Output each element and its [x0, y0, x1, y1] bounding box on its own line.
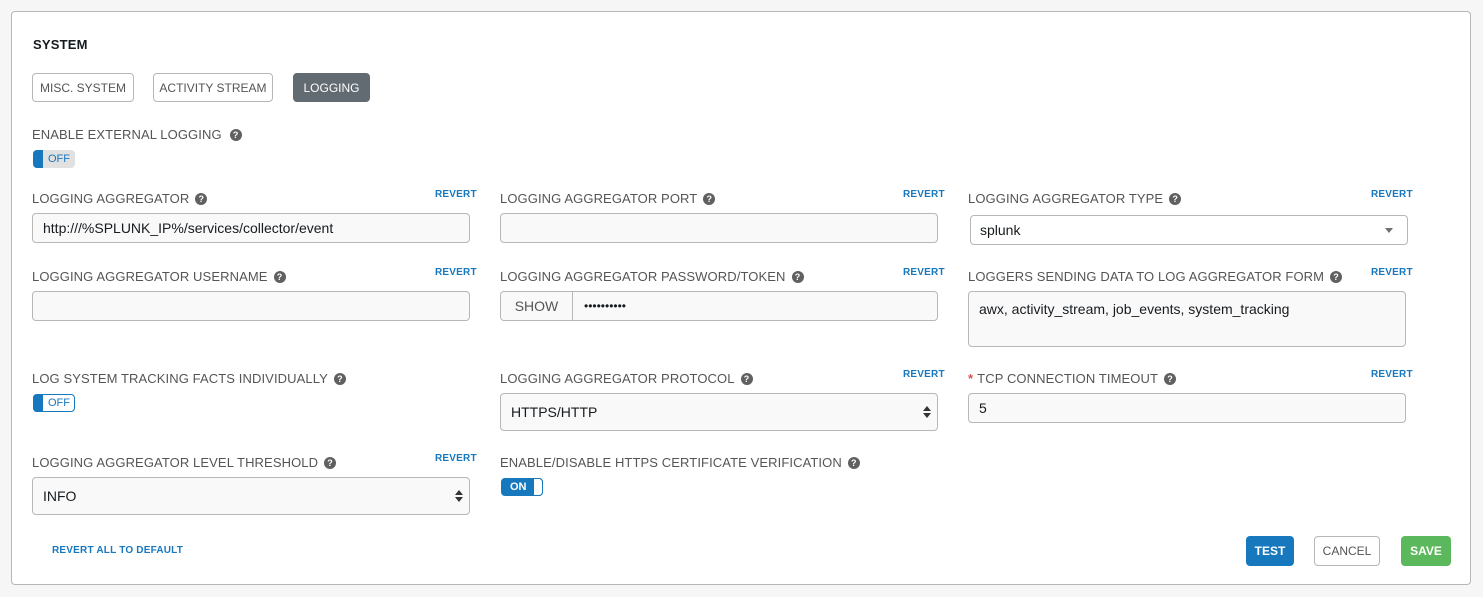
logging-aggregator-type-select[interactable]: splunk [970, 215, 1408, 245]
logging-aggregator-revert[interactable]: REVERT [435, 189, 477, 200]
loggers-textarea[interactable]: awx, activity_stream, job_events, system… [968, 291, 1406, 347]
logging-aggregator-port-input[interactable] [500, 213, 938, 243]
required-asterisk: * [968, 371, 974, 386]
level-threshold-label: LOGGING AGGREGATOR LEVEL THRESHOLD ? [32, 455, 337, 470]
toggle-knob [33, 150, 43, 168]
help-icon[interactable]: ? [740, 372, 753, 385]
loggers-label: LOGGERS SENDING DATA TO LOG AGGREGATOR F… [968, 269, 1343, 284]
tab-activity-stream[interactable]: ACTIVITY STREAM [153, 73, 273, 102]
help-icon[interactable]: ? [1169, 192, 1182, 205]
help-icon[interactable]: ? [791, 270, 804, 283]
logging-aggregator-input[interactable]: http:///%SPLUNK_IP%/services/collector/e… [32, 213, 470, 243]
enable-external-logging-label: ENABLE EXTERNAL LOGGING ? [32, 127, 242, 142]
help-icon[interactable]: ? [1330, 270, 1343, 283]
toggle-knob [533, 478, 543, 496]
log-system-tracking-label: LOG SYSTEM TRACKING FACTS INDIVIDUALLY ? [32, 371, 346, 386]
revert-all-button[interactable]: REVERT ALL TO DEFAULT [52, 545, 183, 556]
test-button[interactable]: TEST [1246, 536, 1294, 566]
help-icon[interactable]: ? [195, 192, 208, 205]
tcp-timeout-label: * TCP CONNECTION TIMEOUT ? [968, 371, 1177, 386]
cert-verification-toggle[interactable]: ON [501, 478, 543, 496]
tab-misc-system[interactable]: MISC. SYSTEM [32, 73, 134, 102]
logging-aggregator-port-label: LOGGING AGGREGATOR PORT ? [500, 191, 716, 206]
help-icon[interactable]: ? [229, 128, 242, 141]
help-icon[interactable]: ? [1164, 372, 1177, 385]
help-icon[interactable]: ? [333, 372, 346, 385]
protocol-select[interactable]: HTTPS/HTTP [500, 393, 938, 431]
help-icon[interactable]: ? [273, 270, 286, 283]
logging-aggregator-type-label: LOGGING AGGREGATOR TYPE ? [968, 191, 1182, 206]
show-password-button[interactable]: SHOW [501, 292, 573, 320]
tcp-timeout-revert[interactable]: REVERT [1371, 369, 1413, 380]
logging-aggregator-label: LOGGING AGGREGATOR ? [32, 191, 208, 206]
cert-verification-label: ENABLE/DISABLE HTTPS CERTIFICATE VERIFIC… [500, 455, 860, 470]
level-threshold-select[interactable]: INFO [32, 477, 470, 515]
system-settings-panel: SYSTEM MISC. SYSTEM ACTIVITY STREAM LOGG… [11, 11, 1471, 585]
tab-logging[interactable]: LOGGING [293, 73, 370, 102]
logging-aggregator-username-input[interactable] [32, 291, 470, 321]
protocol-label: LOGGING AGGREGATOR PROTOCOL ? [500, 371, 753, 386]
tcp-timeout-input[interactable]: 5 [968, 393, 1406, 423]
enable-external-logging-toggle[interactable]: OFF [33, 150, 75, 168]
cancel-button[interactable]: CANCEL [1314, 536, 1380, 566]
help-icon[interactable]: ? [703, 192, 716, 205]
logging-aggregator-password-revert[interactable]: REVERT [903, 267, 945, 278]
logging-aggregator-type-revert[interactable]: REVERT [1371, 189, 1413, 200]
level-threshold-revert[interactable]: REVERT [435, 453, 477, 464]
logging-aggregator-port-revert[interactable]: REVERT [903, 189, 945, 200]
sort-arrows-icon [455, 489, 463, 503]
help-icon[interactable]: ? [324, 456, 337, 469]
log-system-tracking-toggle[interactable]: OFF [33, 394, 75, 412]
logging-aggregator-username-label: LOGGING AGGREGATOR USERNAME ? [32, 269, 286, 284]
logging-aggregator-password-label: LOGGING AGGREGATOR PASSWORD/TOKEN ? [500, 269, 804, 284]
protocol-revert[interactable]: REVERT [903, 369, 945, 380]
logging-aggregator-username-revert[interactable]: REVERT [435, 267, 477, 278]
loggers-revert[interactable]: REVERT [1371, 267, 1413, 278]
toggle-knob [33, 394, 43, 412]
sort-arrows-icon [923, 405, 931, 419]
chevron-down-icon [1385, 228, 1393, 233]
section-title: SYSTEM [33, 37, 88, 52]
logging-aggregator-password-input[interactable]: SHOW •••••••••• [500, 291, 938, 321]
save-button[interactable]: SAVE [1401, 536, 1451, 566]
help-icon[interactable]: ? [847, 456, 860, 469]
